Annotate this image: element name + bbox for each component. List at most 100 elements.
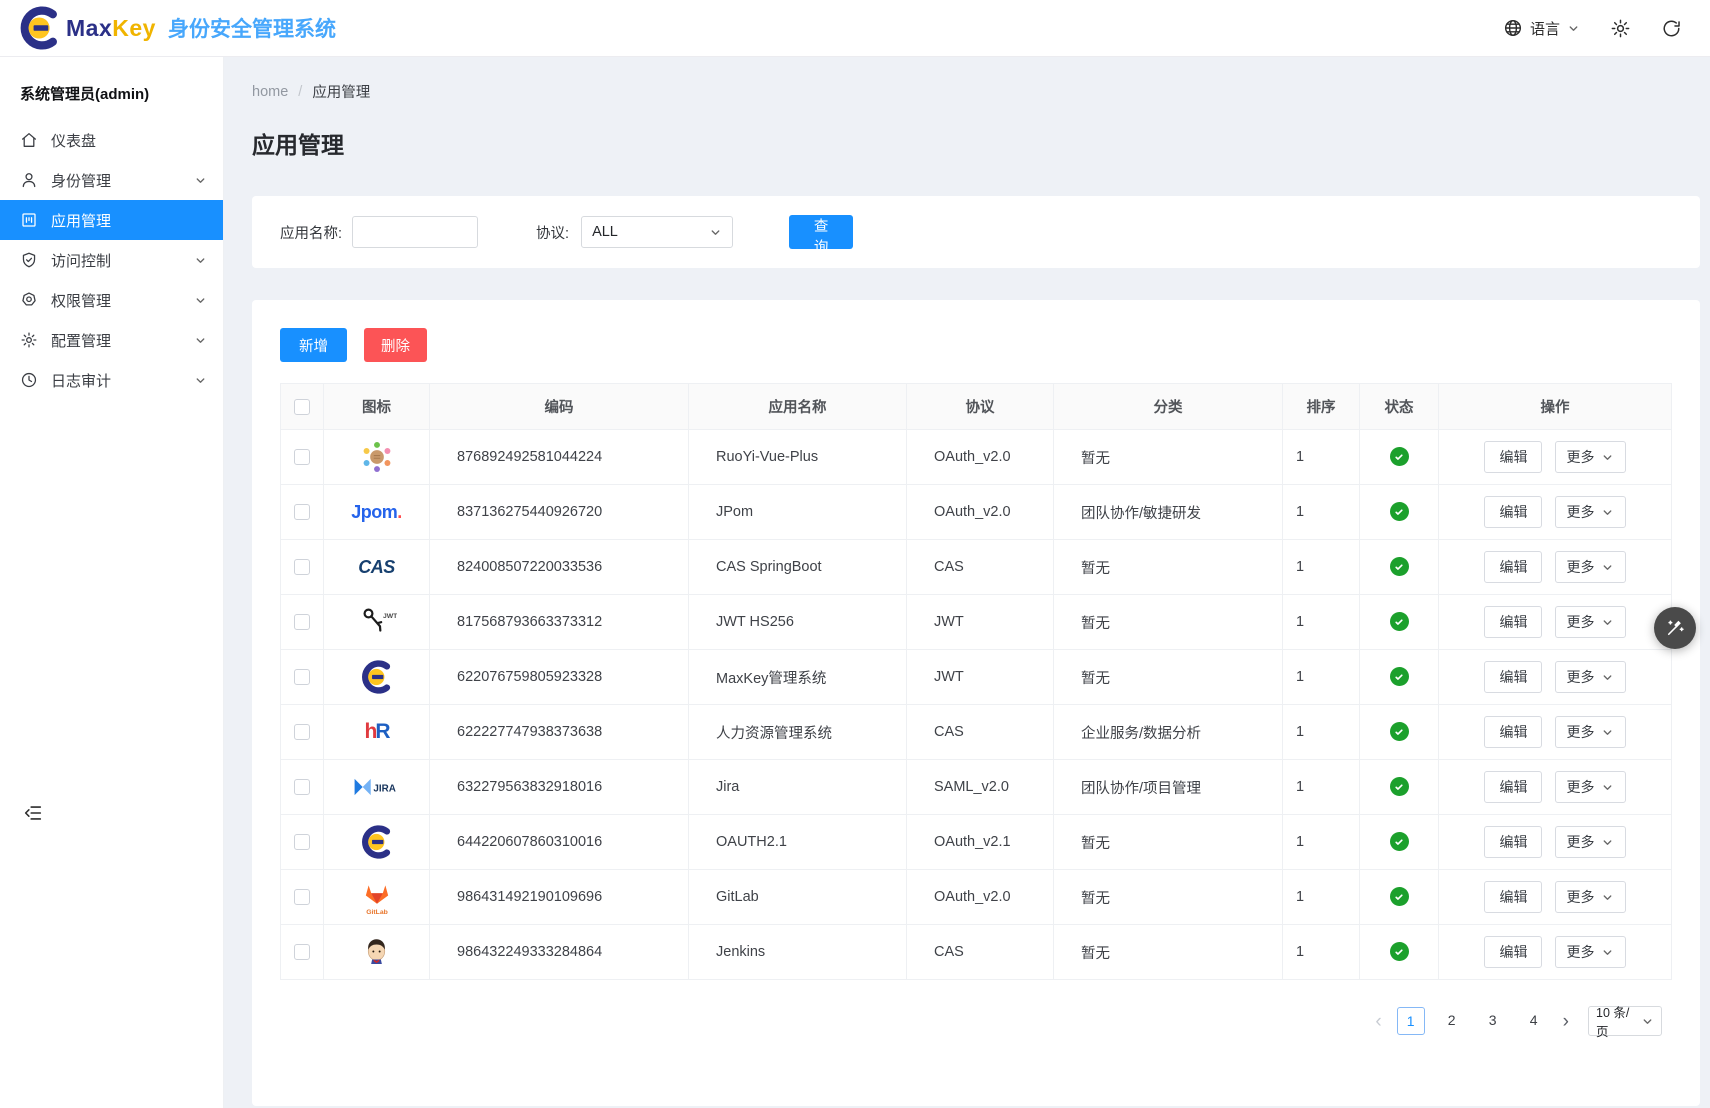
app-name: GitLab <box>689 870 907 925</box>
app-order: 1 <box>1283 925 1360 980</box>
maxkey-app-icon <box>360 819 394 865</box>
status-enabled-icon <box>1390 502 1409 521</box>
app-name-input[interactable] <box>352 216 478 248</box>
settings-button[interactable] <box>1610 18 1631 39</box>
edit-button[interactable]: 编辑 <box>1484 551 1542 583</box>
app-category: 暂无 <box>1054 870 1283 925</box>
add-button[interactable]: 新增 <box>280 328 347 362</box>
app-category: 团队协作/项目管理 <box>1054 760 1283 815</box>
edit-button[interactable]: 编辑 <box>1484 716 1542 748</box>
breadcrumb-separator: / <box>298 84 302 100</box>
status-enabled-icon <box>1390 667 1409 686</box>
prev-page-button[interactable]: ‹ <box>1373 1012 1383 1031</box>
breadcrumb-home[interactable]: home <box>252 84 288 100</box>
table-row: CAS 824008507220033536 CAS SpringBoot CA… <box>281 540 1672 595</box>
sidebar-item-identity[interactable]: 身份管理 <box>0 160 223 200</box>
protocol-select[interactable]: ALL <box>581 216 733 248</box>
chevron-down-icon <box>1601 726 1614 739</box>
more-button[interactable]: 更多 <box>1555 771 1626 803</box>
table-row: JWT 817568793663373312 JWT HS256 JWT 暂无 … <box>281 595 1672 650</box>
row-checkbox[interactable] <box>294 889 310 905</box>
row-checkbox[interactable] <box>294 614 310 630</box>
row-checkbox[interactable] <box>294 559 310 575</box>
breadcrumb: home / 应用管理 <box>252 81 1710 102</box>
sidebar-item-apps[interactable]: 应用管理 <box>0 200 223 240</box>
page-button-2[interactable]: 2 <box>1438 1007 1466 1035</box>
row-checkbox[interactable] <box>294 669 310 685</box>
edit-button[interactable]: 编辑 <box>1484 771 1542 803</box>
edit-button[interactable]: 编辑 <box>1484 496 1542 528</box>
app-order: 1 <box>1283 870 1360 925</box>
chevron-down-icon <box>194 294 207 307</box>
row-checkbox[interactable] <box>294 944 310 960</box>
collapse-sidebar-button[interactable] <box>22 802 44 824</box>
column-header-code: 编码 <box>430 384 689 430</box>
table-row: 644220607860310016 OAUTH2.1 OAuth_v2.1 暂… <box>281 815 1672 870</box>
table-row: 876892492581044224 RuoYi-Vue-Plus OAuth_… <box>281 430 1672 485</box>
sidebar-item-dashboard[interactable]: 仪表盘 <box>0 120 223 160</box>
maxkey-app-icon <box>360 654 394 700</box>
logout-button[interactable] <box>1661 18 1682 39</box>
chevron-down-icon <box>1567 22 1580 35</box>
chevron-down-icon <box>1601 506 1614 519</box>
sidebar-item-config[interactable]: 配置管理 <box>0 320 223 360</box>
status-enabled-icon <box>1390 777 1409 796</box>
protocol-selected-value: ALL <box>592 224 618 240</box>
page-button-1[interactable]: 1 <box>1397 1007 1425 1035</box>
chevron-down-icon <box>1641 1015 1654 1028</box>
status-enabled-icon <box>1390 722 1409 741</box>
more-button[interactable]: 更多 <box>1555 606 1626 638</box>
svg-text:JIRA: JIRA <box>373 783 395 794</box>
select-all-checkbox[interactable] <box>294 399 310 415</box>
more-button[interactable]: 更多 <box>1555 716 1626 748</box>
app-name: 人力资源管理系统 <box>689 705 907 760</box>
more-button[interactable]: 更多 <box>1555 936 1626 968</box>
search-button[interactable]: 查询 <box>789 215 853 249</box>
edit-button[interactable]: 编辑 <box>1484 441 1542 473</box>
row-checkbox[interactable] <box>294 834 310 850</box>
more-button[interactable]: 更多 <box>1555 661 1626 693</box>
page-size-select[interactable]: 10 条/页 <box>1588 1006 1662 1036</box>
row-checkbox[interactable] <box>294 449 310 465</box>
app-order: 1 <box>1283 705 1360 760</box>
row-checkbox[interactable] <box>294 779 310 795</box>
app-protocol: SAML_v2.0 <box>907 760 1054 815</box>
edit-button[interactable]: 编辑 <box>1484 606 1542 638</box>
more-button[interactable]: 更多 <box>1555 881 1626 913</box>
edit-button[interactable]: 编辑 <box>1484 936 1542 968</box>
sidebar-item-permissions[interactable]: 权限管理 <box>0 280 223 320</box>
sidebar-item-audit[interactable]: 日志审计 <box>0 360 223 400</box>
sidebar-item-label: 配置管理 <box>51 330 181 351</box>
row-checkbox[interactable] <box>294 504 310 520</box>
app-protocol: OAuth_v2.0 <box>907 430 1054 485</box>
language-label: 语言 <box>1530 18 1560 39</box>
app-code: 837136275440926720 <box>430 485 689 540</box>
more-button[interactable]: 更多 <box>1555 826 1626 858</box>
app-name: JPom <box>689 485 907 540</box>
more-button[interactable]: 更多 <box>1555 551 1626 583</box>
current-user: 系统管理员(admin) <box>0 57 223 120</box>
globe-icon <box>1503 18 1523 38</box>
status-enabled-icon <box>1390 612 1409 631</box>
shield-icon <box>20 251 38 269</box>
app-name-label: 应用名称: <box>280 222 342 243</box>
next-page-button[interactable]: › <box>1561 1012 1571 1031</box>
gear-icon <box>20 331 38 349</box>
delete-button[interactable]: 删除 <box>364 328 427 362</box>
gear-icon <box>1610 18 1631 39</box>
page-button-4[interactable]: 4 <box>1520 1007 1548 1035</box>
edit-button[interactable]: 编辑 <box>1484 661 1542 693</box>
breadcrumb-current: 应用管理 <box>312 81 370 102</box>
page-size-value: 10 条/页 <box>1596 1002 1641 1040</box>
page-button-3[interactable]: 3 <box>1479 1007 1507 1035</box>
more-button[interactable]: 更多 <box>1555 441 1626 473</box>
theme-wand-button[interactable] <box>1654 607 1696 649</box>
jwt-app-icon: JWT <box>357 599 397 645</box>
edit-button[interactable]: 编辑 <box>1484 881 1542 913</box>
language-selector[interactable]: 语言 <box>1503 18 1580 39</box>
app-code: 644220607860310016 <box>430 815 689 870</box>
sidebar-item-access[interactable]: 访问控制 <box>0 240 223 280</box>
more-button[interactable]: 更多 <box>1555 496 1626 528</box>
edit-button[interactable]: 编辑 <box>1484 826 1542 858</box>
row-checkbox[interactable] <box>294 724 310 740</box>
